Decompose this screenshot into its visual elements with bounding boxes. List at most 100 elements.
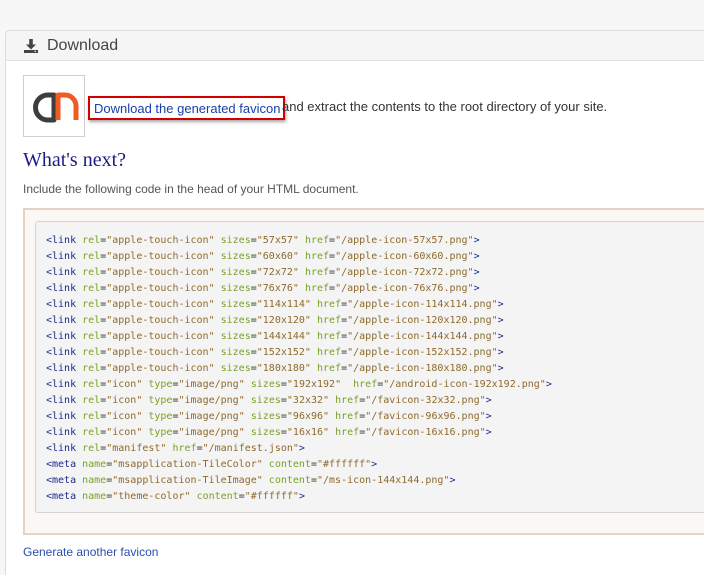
code-token-attr: href (304, 267, 330, 278)
generate-another-favicon-link[interactable]: Generate another favicon (23, 545, 158, 559)
code-token-attr: href (335, 411, 360, 422)
code-line: <link rel="apple-touch-icon" sizes="144x… (46, 329, 552, 345)
code-token-val: "apple-touch-icon" (106, 363, 215, 374)
code-token-val: "/android-icon-192x192.png" (383, 379, 546, 390)
code-line: <link rel="manifest" href="/manifest.jso… (46, 441, 552, 457)
code-token-tag: <link (46, 411, 83, 422)
code-token-attr: name (82, 475, 107, 486)
code-token-attr: sizes (220, 347, 251, 358)
code-token-attr: rel (82, 283, 101, 294)
code-token-val: "192x192" (286, 379, 342, 390)
code-token-val: "96x96" (286, 411, 330, 422)
code-block[interactable]: <link rel="apple-touch-icon" sizes="57x5… (35, 221, 704, 513)
code-token-val: "apple-touch-icon" (106, 347, 215, 358)
code-token-tag: <link (46, 299, 83, 310)
code-token-attr: content (268, 475, 311, 486)
code-token-val: "msapplication-TileImage" (112, 475, 263, 486)
code-line: <link rel="apple-touch-icon" sizes="114x… (46, 297, 552, 313)
code-token-attr: sizes (220, 283, 251, 294)
code-token-val: "icon" (106, 427, 143, 438)
code-token-attr: href (304, 235, 330, 246)
code-token-attr: sizes (250, 395, 281, 406)
code-token-attr: sizes (220, 299, 251, 310)
code-token-attr: rel (82, 379, 101, 390)
code-token-attr: sizes (250, 411, 281, 422)
code-lines: <link rel="apple-touch-icon" sizes="57x5… (46, 233, 552, 505)
download-favicon-link[interactable]: Download the generated favicon (88, 96, 286, 120)
code-token-attr: content (268, 459, 311, 470)
code-token-val: "76x76" (256, 283, 299, 294)
code-token-val: "icon" (106, 411, 143, 422)
download-icon (24, 39, 38, 53)
code-token-attr: sizes (220, 331, 251, 342)
code-token-tag: <link (46, 427, 83, 438)
code-token-attr: rel (82, 347, 101, 358)
code-token-attr: content (196, 491, 239, 502)
code-token-val: "32x32" (286, 395, 330, 406)
code-token-attr: type (148, 427, 173, 438)
code-token-tag: <link (46, 443, 83, 454)
code-token-val: "image/png" (178, 379, 245, 390)
code-token-val: "apple-touch-icon" (106, 315, 215, 326)
code-token-val: "image/png" (178, 427, 245, 438)
code-token-tag: > (497, 347, 504, 358)
code-line: <link rel="apple-touch-icon" sizes="152x… (46, 345, 552, 361)
code-line: <meta name="msapplication-TileImage" con… (46, 473, 552, 489)
code-token-tag: > (485, 411, 492, 422)
code-token-val: "apple-touch-icon" (106, 267, 215, 278)
include-instruction: Include the following code in the head o… (23, 182, 359, 196)
code-token-sp (341, 379, 353, 390)
code-token-attr: href (304, 251, 330, 262)
code-token-attr: rel (82, 331, 101, 342)
code-token-tag: <link (46, 379, 83, 390)
code-line: <link rel="apple-touch-icon" sizes="76x7… (46, 281, 552, 297)
code-token-val: "/apple-icon-72x72.png" (335, 267, 474, 278)
code-token-attr: rel (82, 395, 101, 406)
code-token-tag: > (485, 395, 492, 406)
logo-graphic (33, 92, 79, 123)
code-line: <meta name="theme-color" content="#fffff… (46, 489, 552, 505)
code-line: <link rel="apple-touch-icon" sizes="180x… (46, 361, 552, 377)
code-token-val: "image/png" (178, 395, 245, 406)
code-token-attr: rel (82, 427, 101, 438)
code-token-tag: > (298, 491, 305, 502)
code-token-tag: <meta (46, 475, 83, 486)
code-token-tag: <link (46, 315, 83, 326)
code-token-tag: > (298, 443, 305, 454)
code-token-tag: > (497, 331, 504, 342)
code-token-val: "/apple-icon-114x114.png" (347, 299, 498, 310)
code-token-attr: href (316, 315, 342, 326)
code-token-val: "icon" (106, 395, 143, 406)
code-container: <link rel="apple-touch-icon" sizes="57x5… (23, 208, 704, 535)
code-token-val: "/apple-icon-76x76.png" (335, 283, 474, 294)
code-token-attr: href (335, 427, 360, 438)
code-line: <meta name="msapplication-TileColor" con… (46, 457, 552, 473)
code-token-tag: > (497, 363, 504, 374)
code-token-attr: type (148, 395, 173, 406)
code-line: <link rel="apple-touch-icon" sizes="60x6… (46, 249, 552, 265)
code-line: <link rel="apple-touch-icon" sizes="120x… (46, 313, 552, 329)
code-token-val: "152x152" (256, 347, 311, 358)
code-token-val: "msapplication-TileColor" (112, 459, 263, 470)
panel-title: Download (47, 37, 119, 54)
code-token-val: "180x180" (256, 363, 311, 374)
code-token-tag: > (371, 459, 378, 470)
code-token-val: "/apple-icon-152x152.png" (347, 347, 498, 358)
code-token-tag: > (485, 427, 492, 438)
code-token-attr: rel (82, 251, 101, 262)
code-token-attr: sizes (220, 363, 251, 374)
code-token-tag: <link (46, 235, 83, 246)
code-token-attr: type (148, 411, 173, 422)
code-token-attr: rel (82, 267, 101, 278)
code-token-val: "theme-color" (112, 491, 191, 502)
code-line: <link rel="icon" type="image/png" sizes=… (46, 393, 552, 409)
code-token-val: "apple-touch-icon" (106, 299, 215, 310)
code-token-attr: name (82, 459, 107, 470)
code-token-tag: > (497, 299, 504, 310)
code-token-val: "/apple-icon-57x57.png" (335, 235, 474, 246)
code-token-tag: > (545, 379, 552, 390)
code-token-val: "/apple-icon-120x120.png" (347, 315, 498, 326)
code-token-tag: <meta (46, 459, 83, 470)
whats-next-heading: What's next? (23, 149, 127, 171)
favicon-logo-icon (23, 75, 85, 137)
